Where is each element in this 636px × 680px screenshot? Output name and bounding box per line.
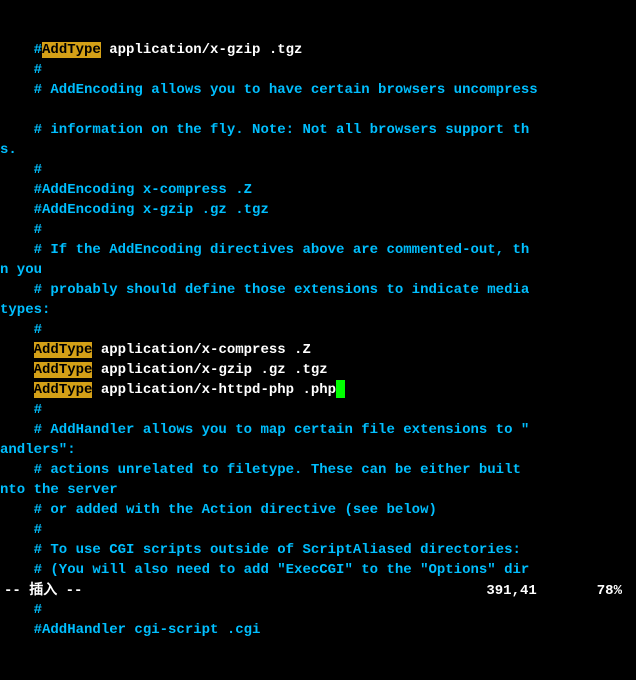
editor-line[interactable]: #AddEncoding x-compress .Z (0, 180, 636, 200)
editor-line[interactable]: AddType application/x-httpd-php .php (0, 380, 636, 400)
search-highlight: AddType (34, 362, 93, 378)
status-bar: -- 插入 -- 391,41 78% (0, 581, 636, 601)
code-text: application/x-gzip .tgz (101, 42, 303, 58)
editor-line[interactable]: # (0, 320, 636, 340)
editor-line[interactable]: AddType application/x-compress .Z (0, 340, 636, 360)
cursor-position: 391,41 (486, 581, 536, 601)
editor-line[interactable]: # or added with the Action directive (se… (0, 500, 636, 520)
comment-text: types: (0, 302, 50, 318)
comment-text: s. (0, 142, 17, 158)
comment-text: andlers": (0, 442, 76, 458)
editor-line[interactable]: # AddEncoding allows you to have certain… (0, 80, 636, 100)
editor-line[interactable]: n you (0, 260, 636, 280)
editor-line[interactable]: # (0, 60, 636, 80)
editor-text-area[interactable]: #AddType application/x-gzip .tgz # # Add… (0, 40, 636, 640)
search-highlight: AddType (42, 42, 101, 58)
editor-line[interactable]: # (0, 160, 636, 180)
comment-text: # (0, 62, 42, 78)
editor-line[interactable]: andlers": (0, 440, 636, 460)
comment-text (0, 362, 34, 378)
editor-mode-label: -- 插入 -- (4, 581, 82, 601)
comment-text: # If the AddEncoding directives above ar… (0, 242, 529, 258)
comment-text: # information on the fly. Note: Not all … (0, 122, 529, 138)
comment-text: # probably should define those extension… (0, 282, 529, 298)
comment-text (0, 342, 34, 358)
editor-line[interactable]: # information on the fly. Note: Not all … (0, 120, 636, 140)
editor-line[interactable]: #AddType application/x-gzip .tgz (0, 40, 636, 60)
search-highlight: AddType (34, 342, 93, 358)
comment-text: # or added with the Action directive (se… (0, 502, 437, 518)
comment-text: # (0, 522, 42, 538)
comment-text: # (0, 602, 42, 618)
editor-line[interactable]: #AddHandler cgi-script .cgi (0, 620, 636, 640)
text-cursor (336, 380, 345, 398)
code-text: application/x-compress .Z (92, 342, 310, 358)
comment-text: # To use CGI scripts outside of ScriptAl… (0, 542, 521, 558)
editor-line[interactable] (0, 100, 636, 120)
comment-text: nto the server (0, 482, 118, 498)
comment-text: #AddEncoding x-compress .Z (0, 182, 252, 198)
comment-text: # (0, 322, 42, 338)
editor-line[interactable]: # actions unrelated to filetype. These c… (0, 460, 636, 480)
comment-text: #AddHandler cgi-script .cgi (0, 622, 260, 638)
editor-line[interactable]: # (0, 400, 636, 420)
editor-line[interactable]: # (0, 520, 636, 540)
code-text: application/x-gzip .gz .tgz (92, 362, 327, 378)
search-highlight: AddType (34, 382, 93, 398)
comment-text: #AddEncoding x-gzip .gz .tgz (0, 202, 269, 218)
terminal-editor-pane[interactable]: #AddType application/x-gzip .tgz # # Add… (0, 0, 636, 601)
comment-text: # (0, 162, 42, 178)
comment-text: # (0, 42, 42, 58)
comment-text (0, 382, 34, 398)
comment-text (0, 102, 8, 118)
editor-line[interactable]: #AddEncoding x-gzip .gz .tgz (0, 200, 636, 220)
editor-line[interactable]: # AddHandler allows you to map certain f… (0, 420, 636, 440)
editor-line[interactable]: # (0, 600, 636, 620)
comment-text: # (You will also need to add "ExecCGI" t… (0, 562, 529, 578)
scroll-percent: 78% (597, 581, 622, 601)
comment-text: # AddHandler allows you to map certain f… (0, 422, 529, 438)
editor-line[interactable]: # probably should define those extension… (0, 280, 636, 300)
comment-text: # (0, 222, 42, 238)
comment-text: # (0, 402, 42, 418)
editor-line[interactable]: types: (0, 300, 636, 320)
editor-line[interactable]: # If the AddEncoding directives above ar… (0, 240, 636, 260)
editor-line[interactable]: nto the server (0, 480, 636, 500)
editor-line[interactable]: # (0, 220, 636, 240)
editor-line[interactable]: # To use CGI scripts outside of ScriptAl… (0, 540, 636, 560)
comment-text: # actions unrelated to filetype. These c… (0, 462, 529, 478)
comment-text: n you (0, 262, 42, 278)
editor-line[interactable]: AddType application/x-gzip .gz .tgz (0, 360, 636, 380)
code-text: application/x-httpd-php .php (92, 382, 336, 398)
editor-line[interactable]: # (You will also need to add "ExecCGI" t… (0, 560, 636, 580)
comment-text: # AddEncoding allows you to have certain… (0, 82, 538, 98)
editor-line[interactable]: s. (0, 140, 636, 160)
